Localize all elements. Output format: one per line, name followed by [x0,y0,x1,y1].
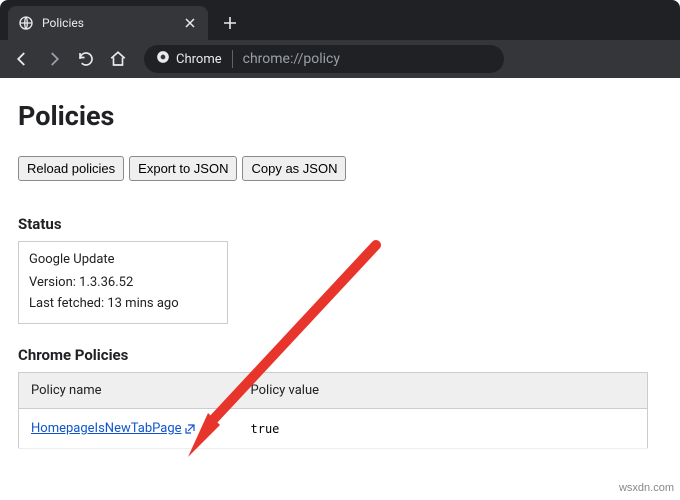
last-fetched-value: 13 mins ago [107,296,178,311]
new-tab-button[interactable] [216,9,244,37]
col-policy-value: Policy value [239,373,648,409]
status-version-row: Version: 1.3.36.52 [29,275,217,290]
address-bar[interactable]: Chrome chrome://policy [144,45,504,73]
page-content: Policies Reload policies Export to JSON … [0,78,680,471]
browser-tab[interactable]: Policies [8,6,208,40]
browser-toolbar: Chrome chrome://policy [0,40,680,78]
table-header-row: Policy name Policy value [19,373,648,409]
watermark: wsxdn.com [619,482,674,494]
browser-chrome: Policies Chrome chr [0,0,680,78]
tab-strip: Policies [0,0,680,40]
table-row: HomepageIsNewTabPage true [19,409,648,449]
chrome-policies-heading: Chrome Policies [18,346,662,364]
url-text: chrome://policy [243,51,340,67]
close-icon[interactable] [182,15,198,31]
tab-title: Policies [42,16,174,30]
forward-button[interactable] [40,45,68,73]
page-title: Policies [18,100,662,132]
status-box: Google Update Version: 1.3.36.52 Last fe… [18,241,228,324]
status-fetched-row: Last fetched: 13 mins ago [29,296,217,311]
globe-icon [18,15,34,31]
back-button[interactable] [8,45,36,73]
export-json-button[interactable]: Export to JSON [129,156,237,181]
status-heading: Status [18,215,662,233]
policy-value-cell: true [239,409,648,449]
home-button[interactable] [104,45,132,73]
version-value: 1.3.36.52 [79,275,133,290]
policy-name-text: HomepageIsNewTabPage [31,421,182,436]
status-box-title: Google Update [29,252,217,267]
omnibox-chip-label: Chrome [176,52,222,67]
action-button-row: Reload policies Export to JSON Copy as J… [18,156,662,181]
reload-button[interactable] [72,45,100,73]
last-fetched-label: Last fetched: [29,296,107,311]
col-policy-name: Policy name [19,373,239,409]
version-label: Version: [29,275,79,290]
reload-policies-button[interactable]: Reload policies [18,156,124,181]
external-link-icon [184,423,196,435]
copy-json-button[interactable]: Copy as JSON [242,156,346,181]
chrome-icon [156,50,170,68]
policy-name-link[interactable]: HomepageIsNewTabPage [31,421,196,436]
policy-table: Policy name Policy value HomepageIsNewTa… [18,372,648,449]
omnibox-chip: Chrome [156,50,233,68]
